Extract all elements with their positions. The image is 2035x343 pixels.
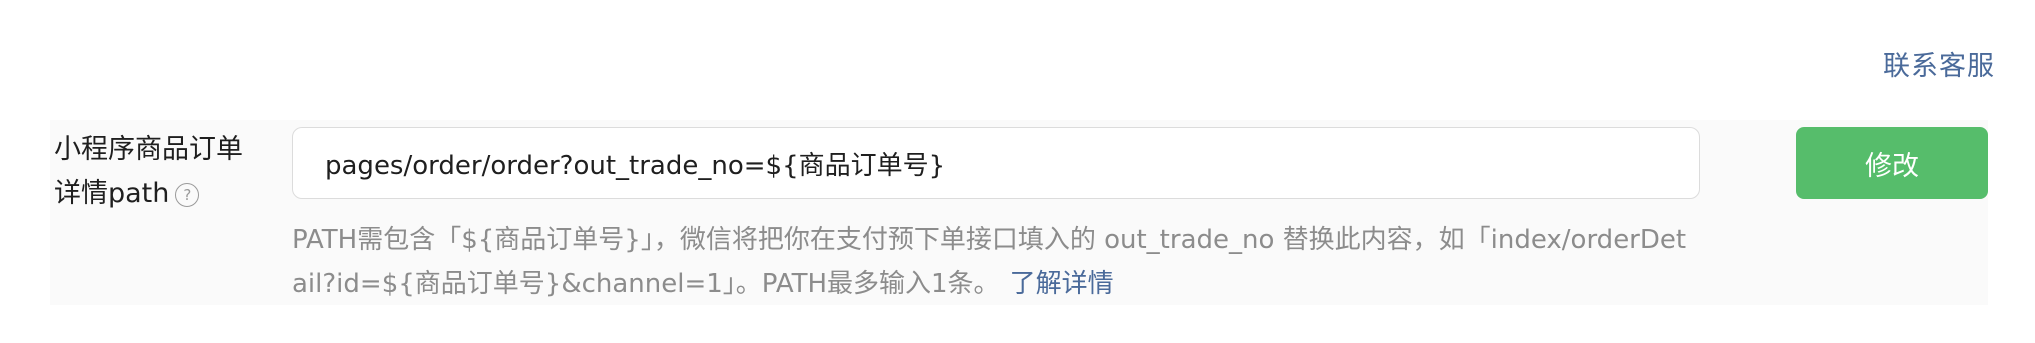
learn-more-link[interactable]: 了解详情 bbox=[1010, 269, 1114, 299]
field-label-line2: 详情path bbox=[54, 178, 170, 209]
edit-button[interactable]: 修改 bbox=[1796, 127, 1988, 199]
path-hint-text: PATH需包含「${商品订单号}」，微信将把你在支付预下单接口填入的 out_t… bbox=[292, 225, 1687, 299]
question-circle-icon[interactable]: ? bbox=[175, 183, 200, 207]
path-hint: PATH需包含「${商品订单号}」，微信将把你在支付预下单接口填入的 out_t… bbox=[292, 218, 1702, 306]
field-label-line1: 小程序商品订单 bbox=[54, 134, 243, 165]
field-label: 小程序商品订单 详情path? bbox=[54, 128, 284, 216]
contact-support-link[interactable]: 联系客服 bbox=[1883, 44, 1995, 83]
path-setting-panel: 小程序商品订单 详情path? 修改 PATH需包含「${商品订单号}」，微信将… bbox=[50, 120, 1988, 305]
path-input[interactable] bbox=[292, 127, 1700, 199]
